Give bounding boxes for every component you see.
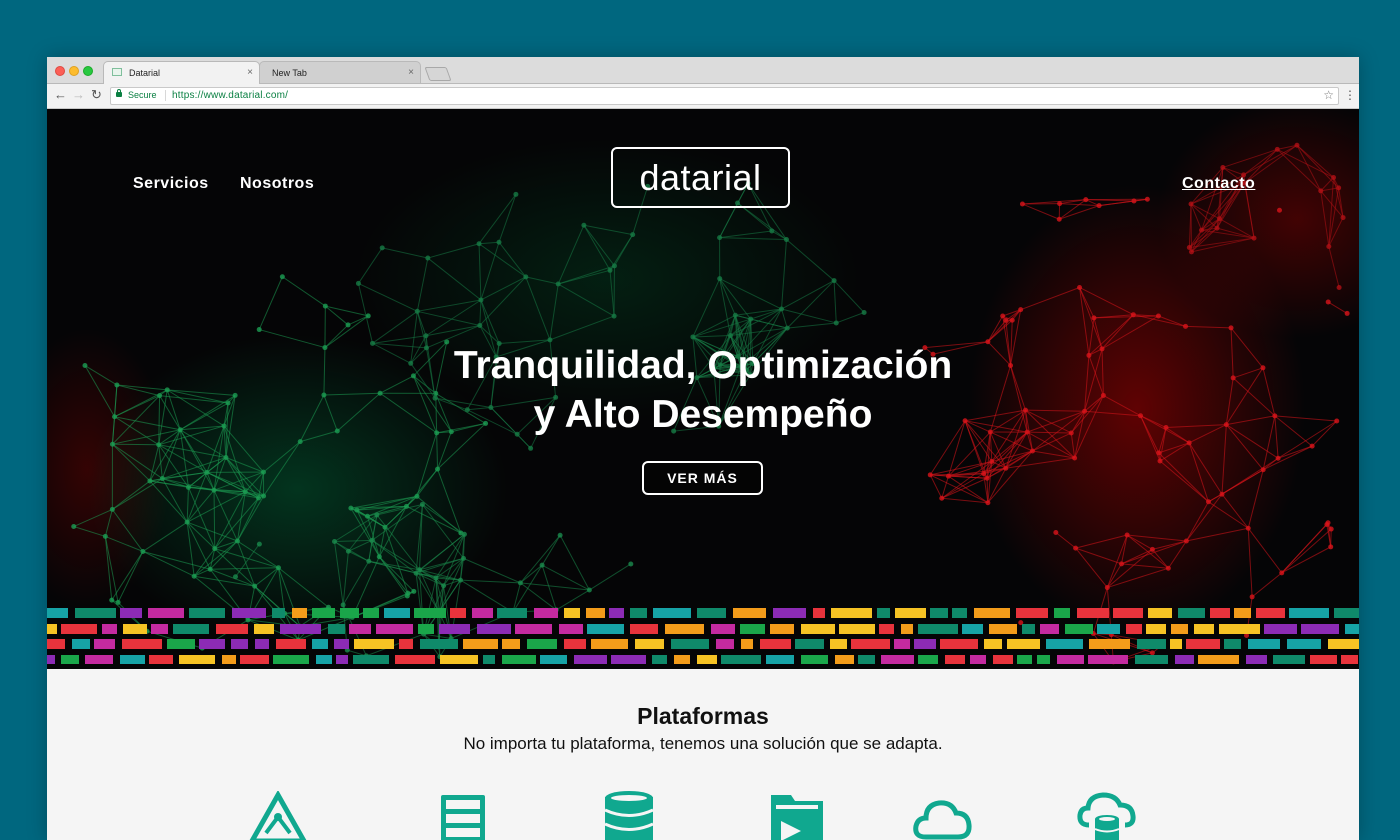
tab-title: New Tab (272, 68, 307, 78)
platforms-subtitle: No importa tu plataforma, tenemos una so… (463, 734, 943, 753)
nav-nosotros-link[interactable]: Nosotros (240, 175, 314, 193)
database-icon (604, 791, 654, 840)
tab-title: Datarial (129, 68, 161, 78)
tab-datarial[interactable]: Datarial × (103, 61, 260, 84)
nav-contacto-link[interactable]: Contacto (1182, 175, 1255, 193)
ver-mas-button[interactable]: VER MÁS (642, 461, 763, 495)
back-arrow-icon[interactable]: ← (54, 87, 67, 103)
nav-servicios-link[interactable]: Servicios (133, 175, 209, 193)
favicon-icon (112, 68, 122, 76)
new-tab-button[interactable] (424, 67, 452, 81)
maximize-window-button[interactable] (83, 66, 93, 76)
bookmark-star-icon[interactable]: ☆ (1323, 88, 1334, 102)
url-divider (165, 90, 166, 101)
triangle-network-icon (249, 791, 307, 840)
browser-window: Datarial × New Tab × ← → ↻ Secure https:… (47, 57, 1359, 840)
tab-new-tab[interactable]: New Tab × (259, 61, 421, 83)
close-window-button[interactable] (55, 66, 65, 76)
secure-label: Secure (128, 90, 157, 100)
platforms-title: Plataformas (637, 703, 769, 729)
datarial-logo[interactable]: datarial (611, 147, 790, 208)
lock-icon (116, 89, 122, 97)
tab-strip: Datarial × New Tab × (47, 57, 1359, 84)
minimize-window-button[interactable] (69, 66, 79, 76)
tab-close-icon[interactable]: × (247, 67, 253, 78)
address-toolbar: ← → ↻ Secure https://www.datarial.com/ ☆… (47, 84, 1359, 109)
hero-section: Servicios Nosotros datarial Contacto Tra… (47, 109, 1359, 669)
forward-arrow-icon[interactable]: → (72, 87, 85, 103)
address-bar[interactable]: Secure https://www.datarial.com/ ☆ (110, 87, 1339, 105)
server-rack-icon (441, 795, 485, 840)
url-text[interactable]: https://www.datarial.com/ (172, 90, 288, 101)
cloud-database-icon (1077, 792, 1136, 840)
hero-heading-line-1: Tranquilidad, Optimización (453, 344, 953, 387)
browser-menu-icon[interactable]: ⋮ (1344, 88, 1356, 102)
reload-icon[interactable]: ↻ (91, 87, 102, 103)
hero-heading: Tranquilidad, Optimización y Alto Desemp… (353, 341, 1053, 439)
cloud-icon (913, 800, 972, 840)
hero-heading-line-2: y Alto Desempeño (533, 393, 873, 436)
color-blocks-strip (47, 608, 1359, 664)
folder-play-icon (771, 795, 823, 840)
platforms-section: Plataformas No importa tu plataforma, te… (47, 669, 1359, 840)
tab-close-icon[interactable]: × (408, 67, 414, 78)
